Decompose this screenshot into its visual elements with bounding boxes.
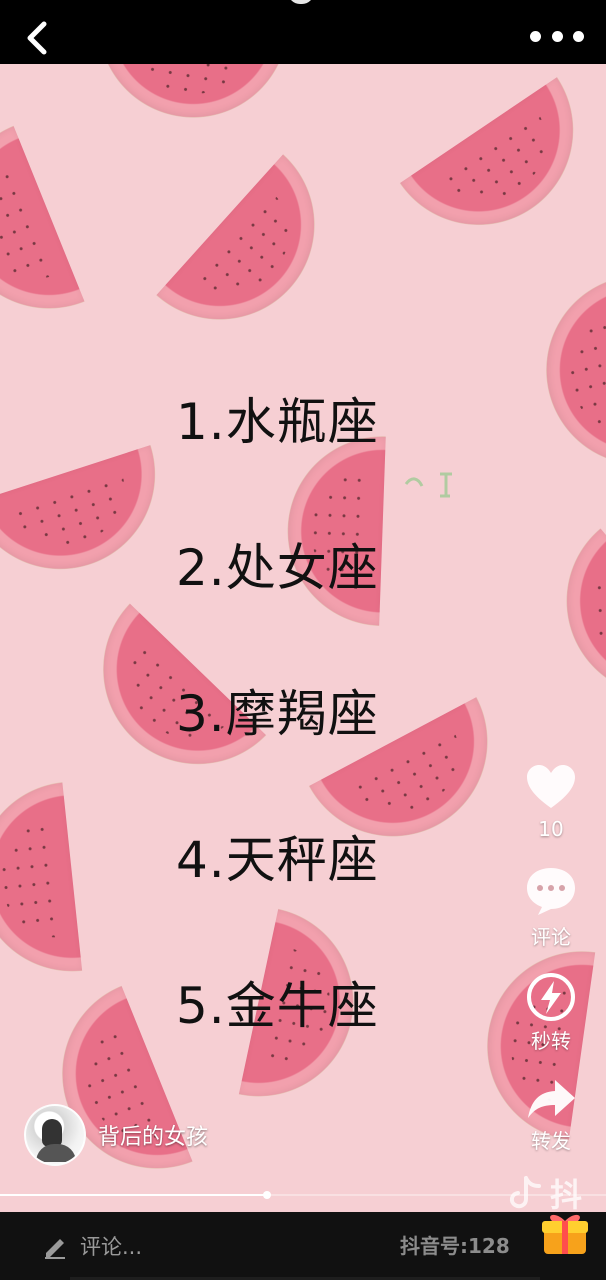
douyin-logo-icon <box>509 1176 541 1209</box>
like-count: 10 <box>538 817 564 841</box>
comment-input[interactable]: 评论... <box>42 1226 142 1266</box>
ranking-item: 2.处女座 <box>176 539 379 597</box>
share-label: 转发 <box>531 1129 571 1153</box>
douyin-id-label: 抖音号:128 <box>400 1234 510 1258</box>
instant-share-label: 秒转 <box>531 1029 571 1053</box>
ranking-item: 5.金牛座 <box>176 977 379 1035</box>
bottom-bar: 评论... 抖音号:128700 <box>0 1212 606 1280</box>
status-notch <box>288 0 314 4</box>
watermelon-decoration <box>525 277 606 486</box>
gift-icon[interactable] <box>540 1209 590 1259</box>
ranking-item: 3.摩羯座 <box>176 685 379 743</box>
author-name[interactable]: 背后的女孩 <box>98 1119 208 1151</box>
watermelon-decoration <box>0 782 83 981</box>
playback-progress-bar[interactable] <box>0 1191 606 1199</box>
top-bar <box>0 0 606 64</box>
pencil-icon <box>45 1239 65 1259</box>
lightning-icon <box>527 973 575 1021</box>
avatar[interactable] <box>24 1104 86 1166</box>
video-area[interactable]: 1.水瓶座 2.处女座 3.摩羯座 4.天秤座 5.金牛座 <box>0 64 606 1212</box>
comment-button[interactable]: 评论 <box>520 864 582 950</box>
comment-bubble-icon <box>527 868 575 915</box>
share-arrow-icon <box>528 1080 575 1118</box>
ranking-item: 4.天秤座 <box>176 831 379 889</box>
watermelon-decoration <box>0 125 85 338</box>
watermelon-decoration <box>527 528 606 735</box>
instant-share-button[interactable]: 秒转 <box>520 972 582 1054</box>
comment-placeholder: 评论... <box>80 1235 143 1259</box>
author-info[interactable]: 背后的女孩 <box>24 1104 208 1166</box>
watermelon-decoration <box>156 154 354 359</box>
share-button[interactable]: 转发 <box>520 1076 582 1154</box>
watermelon-decoration <box>83 64 287 133</box>
more-icon <box>530 30 541 42</box>
comment-label: 评论 <box>531 925 571 949</box>
chevron-left-icon <box>27 21 47 55</box>
side-action-bar: 10 评论 秒转 转发 <box>520 764 582 1176</box>
like-button[interactable]: 10 <box>520 764 582 842</box>
heart-icon <box>527 765 575 808</box>
progress-fill <box>0 1194 267 1196</box>
watermelon-decoration <box>0 444 181 595</box>
music-note-icon <box>404 472 452 498</box>
watermelon-decoration <box>399 76 606 263</box>
douyin-watermark: 抖 <box>506 1170 606 1214</box>
back-button[interactable] <box>20 18 60 58</box>
more-button[interactable] <box>530 28 584 44</box>
progress-handle[interactable] <box>262 1191 271 1199</box>
